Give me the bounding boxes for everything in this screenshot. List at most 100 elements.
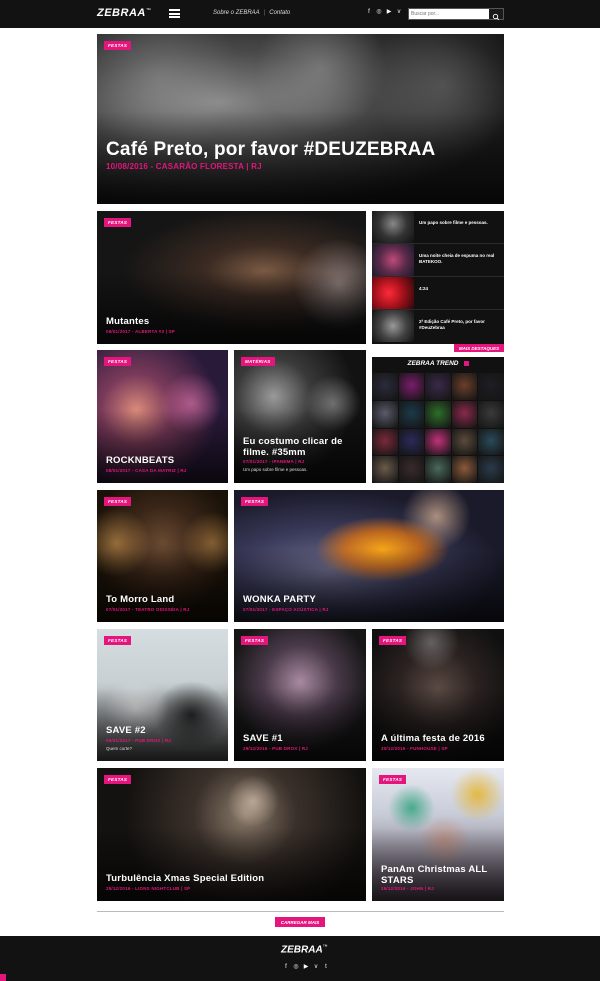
post-meta: 08/01/2017 - CASA DA MATRIZ | RJ [106,468,187,473]
highlight-thumb [372,310,414,342]
category-tag[interactable]: FESTAS [241,636,269,645]
trend-thumb[interactable] [425,373,451,400]
post-meta: 10/08/2016 - CASARÃO FLORESTA | RJ [106,162,262,171]
trend-thumb[interactable] [398,373,425,400]
post-card[interactable]: FESTAS SAVE #2 06/01/2017 - PUB DROX | R… [97,629,228,761]
highlight-text: Uma noite cheia de espuma no real BATEKO… [419,253,495,264]
post-title[interactable]: A última festa de 2016 [381,733,485,745]
post-title[interactable]: PanAm Christmas ALL STARS [381,864,499,886]
highlight-thumb [372,211,414,243]
instagram-icon[interactable]: ◎ [376,9,382,15]
trend-thumb[interactable] [372,456,398,483]
trend-thumb[interactable] [451,428,478,456]
category-tag[interactable]: FESTAS [104,775,132,784]
post-meta: 06/01/2017 - PUB DROX | RJ [106,738,171,743]
trend-thumb[interactable] [425,400,451,428]
trend-thumb[interactable] [451,456,478,483]
trend-thumb[interactable] [478,373,504,400]
vimeo-icon[interactable]: v [313,964,319,970]
category-tag[interactable]: FESTAS [241,497,269,506]
nav-link-contact[interactable]: Contato [269,10,290,16]
search-icon [492,13,500,21]
youtube-icon[interactable]: ▶ [386,9,392,15]
trend-thumb[interactable] [451,400,478,428]
top-navigation-bar: ZEBRAA™ Sobre o ZEBRAA|Contato f ◎ ▶ v t [0,0,600,28]
search-input[interactable] [411,10,489,18]
category-tag[interactable]: FESTAS [104,497,132,506]
trend-thumb[interactable] [425,428,451,456]
post-meta: 07/01/2017 - ESPAÇO ACÚSTICA | RJ [243,607,329,612]
highlight-item[interactable]: 2ª Edição Café Preto, por favor #DeuZebr… [372,310,504,343]
post-meta: 09/01/2017 - ALBERTA #3 | SP [106,329,175,334]
post-title[interactable]: Café Preto, por favor #DEUZEBRAA [106,140,435,160]
category-tag[interactable]: FESTAS [104,636,132,645]
trend-thumb[interactable] [398,400,425,428]
footer-logo[interactable]: ZEBRAA™ [281,944,328,955]
highlights-list: Um papo sobre filme e pessoas. Uma noite… [372,211,504,344]
highlight-item[interactable]: Uma noite cheia de espuma no real BATEKO… [372,244,504,277]
post-card[interactable]: FESTAS To Morro Land 07/01/2017 - TEATRO… [97,490,228,622]
facebook-icon[interactable]: f [283,964,289,970]
trend-badge [463,360,469,366]
post-title[interactable]: To Morro Land [106,594,174,606]
post-title[interactable]: SAVE #2 [106,725,146,737]
post-title[interactable]: Eu costumo clicar de filme. #35mm [243,436,366,458]
post-card[interactable]: FESTAS Mutantes 09/01/2017 - ALBERTA #3 … [97,211,366,344]
post-card[interactable]: MATÉRIAS Eu costumo clicar de filme. #35… [234,350,366,483]
post-description: Um papo sobre filme e pessoas. [243,467,308,472]
vimeo-icon[interactable]: v [396,9,402,15]
highlight-item[interactable]: 4:24 [372,277,504,310]
post-card[interactable]: FESTAS SAVE #1 29/12/2016 - PUB DROX | R… [234,629,366,761]
footer-logo-trademark: ™ [322,944,328,950]
search-button[interactable] [489,9,503,21]
trend-title: ZEBRAA TREND [372,360,504,367]
more-highlights-button[interactable]: MAIS DESTAQUES [454,344,504,352]
category-tag[interactable]: MATÉRIAS [241,357,275,366]
site-logo[interactable]: ZEBRAA™ [97,7,151,19]
post-title[interactable]: ROCKNBEATS [106,455,174,467]
post-card[interactable]: FESTAS Turbulência Xmas Special Edition … [97,768,366,901]
category-tag[interactable]: FESTAS [379,636,407,645]
footer-logo-text: ZEBRAA [281,944,323,956]
top-nav-links: Sobre o ZEBRAA | Contato [213,10,290,16]
post-card[interactable]: FESTAS ROCKNBEATS 08/01/2017 - CASA DA M… [97,350,228,483]
post-title[interactable]: Mutantes [106,316,149,328]
post-title[interactable]: Turbulência Xmas Special Edition [106,873,264,885]
category-tag[interactable]: FESTAS [379,775,407,784]
post-card[interactable]: FESTAS A última festa de 2016 30/12/2016… [372,629,504,761]
trend-thumb[interactable] [425,456,451,483]
category-tag[interactable]: FESTAS [104,218,132,227]
trend-thumb[interactable] [398,456,425,483]
trend-thumb[interactable] [478,400,504,428]
trend-thumb[interactable] [398,428,425,456]
post-meta: 25/12/2016 - JOHN | RJ [381,886,434,891]
post-description: Quem curte? [106,746,133,751]
instagram-icon[interactable]: ◎ [293,964,299,970]
content-divider [97,911,504,912]
category-tag[interactable]: FESTAS [104,41,132,50]
facebook-icon[interactable]: f [366,9,372,15]
post-card[interactable]: FESTAS PanAm Christmas ALL STARS 25/12/2… [372,768,504,901]
trend-photo-grid [372,373,504,483]
nav-separator: | [263,10,266,16]
trend-thumb[interactable] [372,373,398,400]
trend-thumb[interactable] [372,428,398,456]
trend-thumb[interactable] [451,373,478,400]
trend-thumb[interactable] [372,400,398,428]
trend-thumb[interactable] [478,456,504,483]
trend-thumb[interactable] [478,428,504,456]
corner-badge[interactable] [0,974,6,981]
post-meta: 25/12/2016 - LIONS NIGHTCLUB | SP [106,886,191,891]
hero-featured-post[interactable]: FESTAS Café Preto, por favor #DEUZEBRAA … [97,34,504,204]
post-title[interactable]: WONKA PARTY [243,594,316,606]
post-title[interactable]: SAVE #1 [243,733,283,745]
highlight-item[interactable]: Um papo sobre filme e pessoas. [372,211,504,244]
logo-text: ZEBRAA [97,7,146,19]
youtube-icon[interactable]: ▶ [303,964,309,970]
nav-link-about[interactable]: Sobre o ZEBRAA [213,10,260,16]
post-card[interactable]: FESTAS WONKA PARTY 07/01/2017 - ESPAÇO A… [234,490,504,622]
twitter-icon[interactable]: t [323,964,329,970]
category-tag[interactable]: FESTAS [104,357,132,366]
load-more-button[interactable]: CARREGAR MAIS [275,917,325,927]
hamburger-menu-icon[interactable] [169,9,180,18]
